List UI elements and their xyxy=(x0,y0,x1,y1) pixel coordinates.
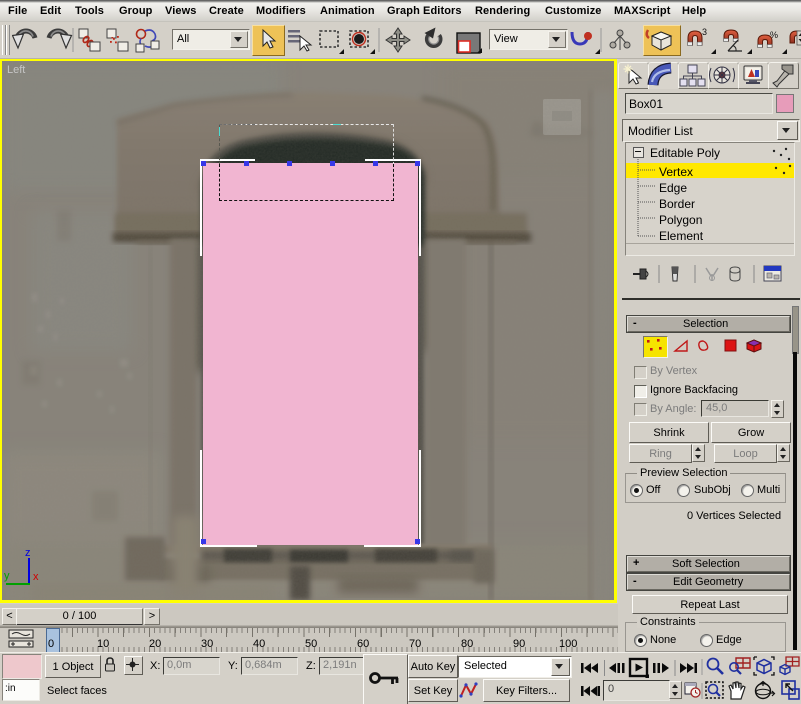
svg-text:%: % xyxy=(770,30,778,40)
svg-text:x: x xyxy=(33,571,39,583)
svg-text:3: 3 xyxy=(702,27,707,37)
svg-text:y: y xyxy=(4,570,10,582)
svg-text:z: z xyxy=(25,547,31,559)
